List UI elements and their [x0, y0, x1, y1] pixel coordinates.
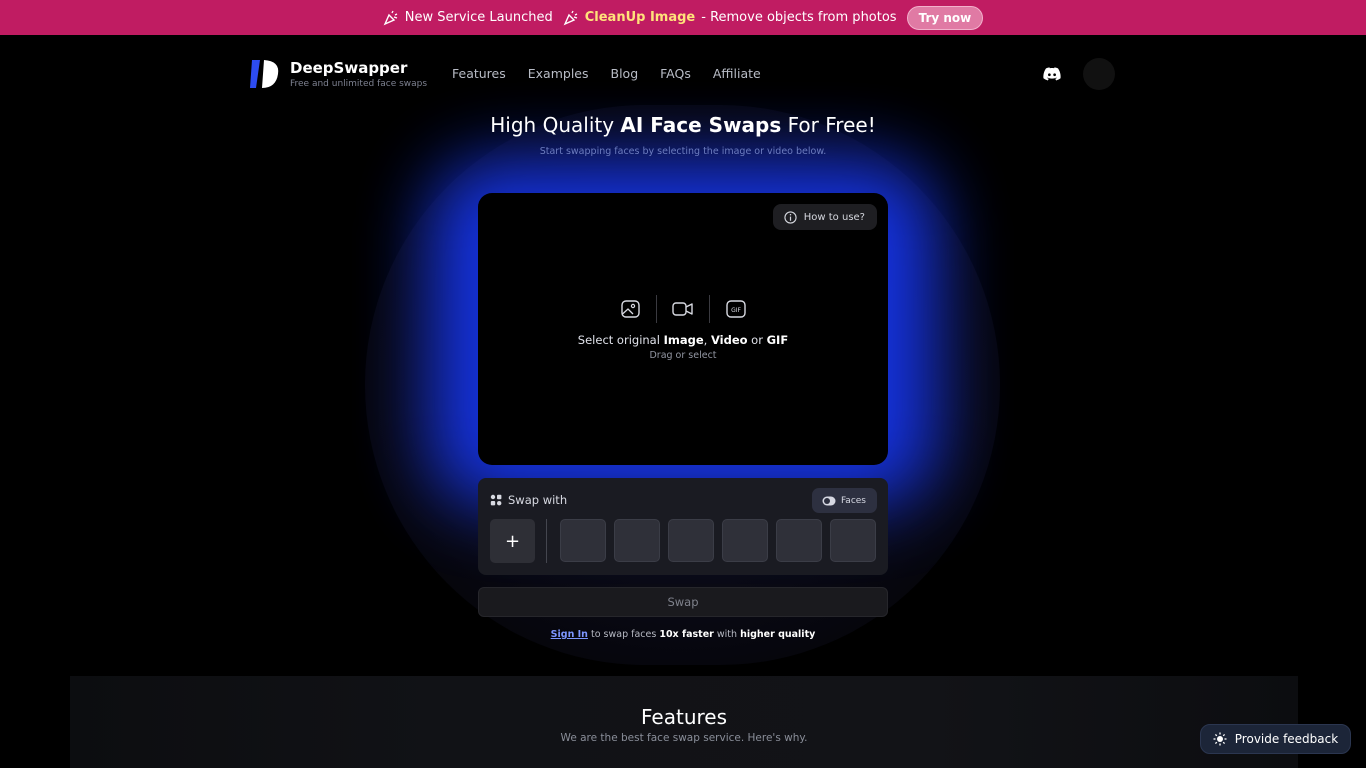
brand-tagline: Free and unlimited face swaps — [290, 79, 428, 89]
face-toggle-icon — [822, 496, 836, 505]
how-to-use-button[interactable]: How to use? — [772, 204, 877, 230]
face-slot[interactable] — [560, 519, 606, 562]
signin-prompt: Sign In to swap faces 10x faster with hi… — [550, 629, 816, 640]
features-title: Features — [641, 705, 727, 729]
media-type-icons: GIF — [478, 294, 888, 324]
face-slot[interactable] — [830, 519, 876, 562]
image-icon — [604, 294, 656, 324]
sign-in-link[interactable]: Sign In — [551, 629, 588, 640]
hero-subtitle: Start swapping faces by selecting the im… — [539, 146, 827, 157]
features-section: Features We are the best face swap servi… — [70, 676, 1298, 768]
nav-affiliate[interactable]: Affiliate — [713, 66, 761, 81]
video-icon — [657, 294, 709, 324]
site-header: DeepSwapper Free and unlimited face swap… — [0, 35, 1366, 113]
info-icon — [784, 210, 797, 224]
hero-title: High Quality AI Face Swaps For Free! — [490, 113, 876, 137]
faces-grid-icon — [490, 494, 502, 506]
upload-dropzone[interactable]: How to use? GIF Select original Image, V… — [478, 193, 888, 465]
faces-button[interactable]: Faces — [811, 488, 877, 513]
swap-button[interactable]: Swap — [478, 587, 888, 617]
slot-divider — [546, 519, 547, 563]
nav-faqs[interactable]: FAQs — [660, 66, 691, 81]
face-slot[interactable] — [614, 519, 660, 562]
try-now-button[interactable]: Try now — [906, 5, 984, 30]
nav-examples[interactable]: Examples — [528, 66, 589, 81]
face-slot[interactable] — [668, 519, 714, 562]
add-face-button[interactable]: + — [490, 519, 535, 563]
party-popper-icon — [383, 10, 398, 25]
face-slot[interactable] — [776, 519, 822, 562]
brand[interactable]: DeepSwapper Free and unlimited face swap… — [290, 59, 427, 89]
banner-service-link[interactable]: CleanUp Image — [585, 10, 696, 25]
nav-features[interactable]: Features — [452, 66, 506, 81]
nav-blog[interactable]: Blog — [611, 66, 639, 81]
main-nav: Features Examples Blog FAQs Affiliate — [452, 66, 761, 81]
drag-hint: Drag or select — [649, 350, 717, 361]
promo-banner: New Service Launched CleanUp Image - Rem… — [0, 0, 1366, 35]
swap-with-title: Swap with — [490, 493, 567, 507]
lightbulb-icon — [1213, 732, 1227, 746]
gif-icon: GIF — [710, 294, 762, 324]
swap-with-panel: Swap with Faces + — [478, 478, 888, 575]
provide-feedback-button[interactable]: Provide feedback — [1200, 724, 1351, 754]
svg-text:GIF: GIF — [731, 307, 741, 314]
discord-icon[interactable] — [1043, 67, 1061, 81]
brand-name: DeepSwapper — [290, 59, 408, 77]
select-media-text: Select original Image, Video or GIF — [577, 333, 789, 347]
deepswapper-logo[interactable] — [250, 59, 280, 89]
banner-prefix: New Service Launched — [404, 10, 553, 25]
features-subtitle: We are the best face swap service. Here'… — [560, 732, 808, 744]
how-to-use-label: How to use? — [803, 211, 865, 223]
user-avatar[interactable] — [1083, 58, 1115, 90]
party-popper-icon — [563, 10, 578, 25]
swap-with-label: Swap with — [508, 493, 568, 507]
banner-description: - Remove objects from photos — [701, 10, 897, 25]
feedback-label: Provide feedback — [1234, 732, 1339, 746]
face-slot[interactable] — [722, 519, 768, 562]
